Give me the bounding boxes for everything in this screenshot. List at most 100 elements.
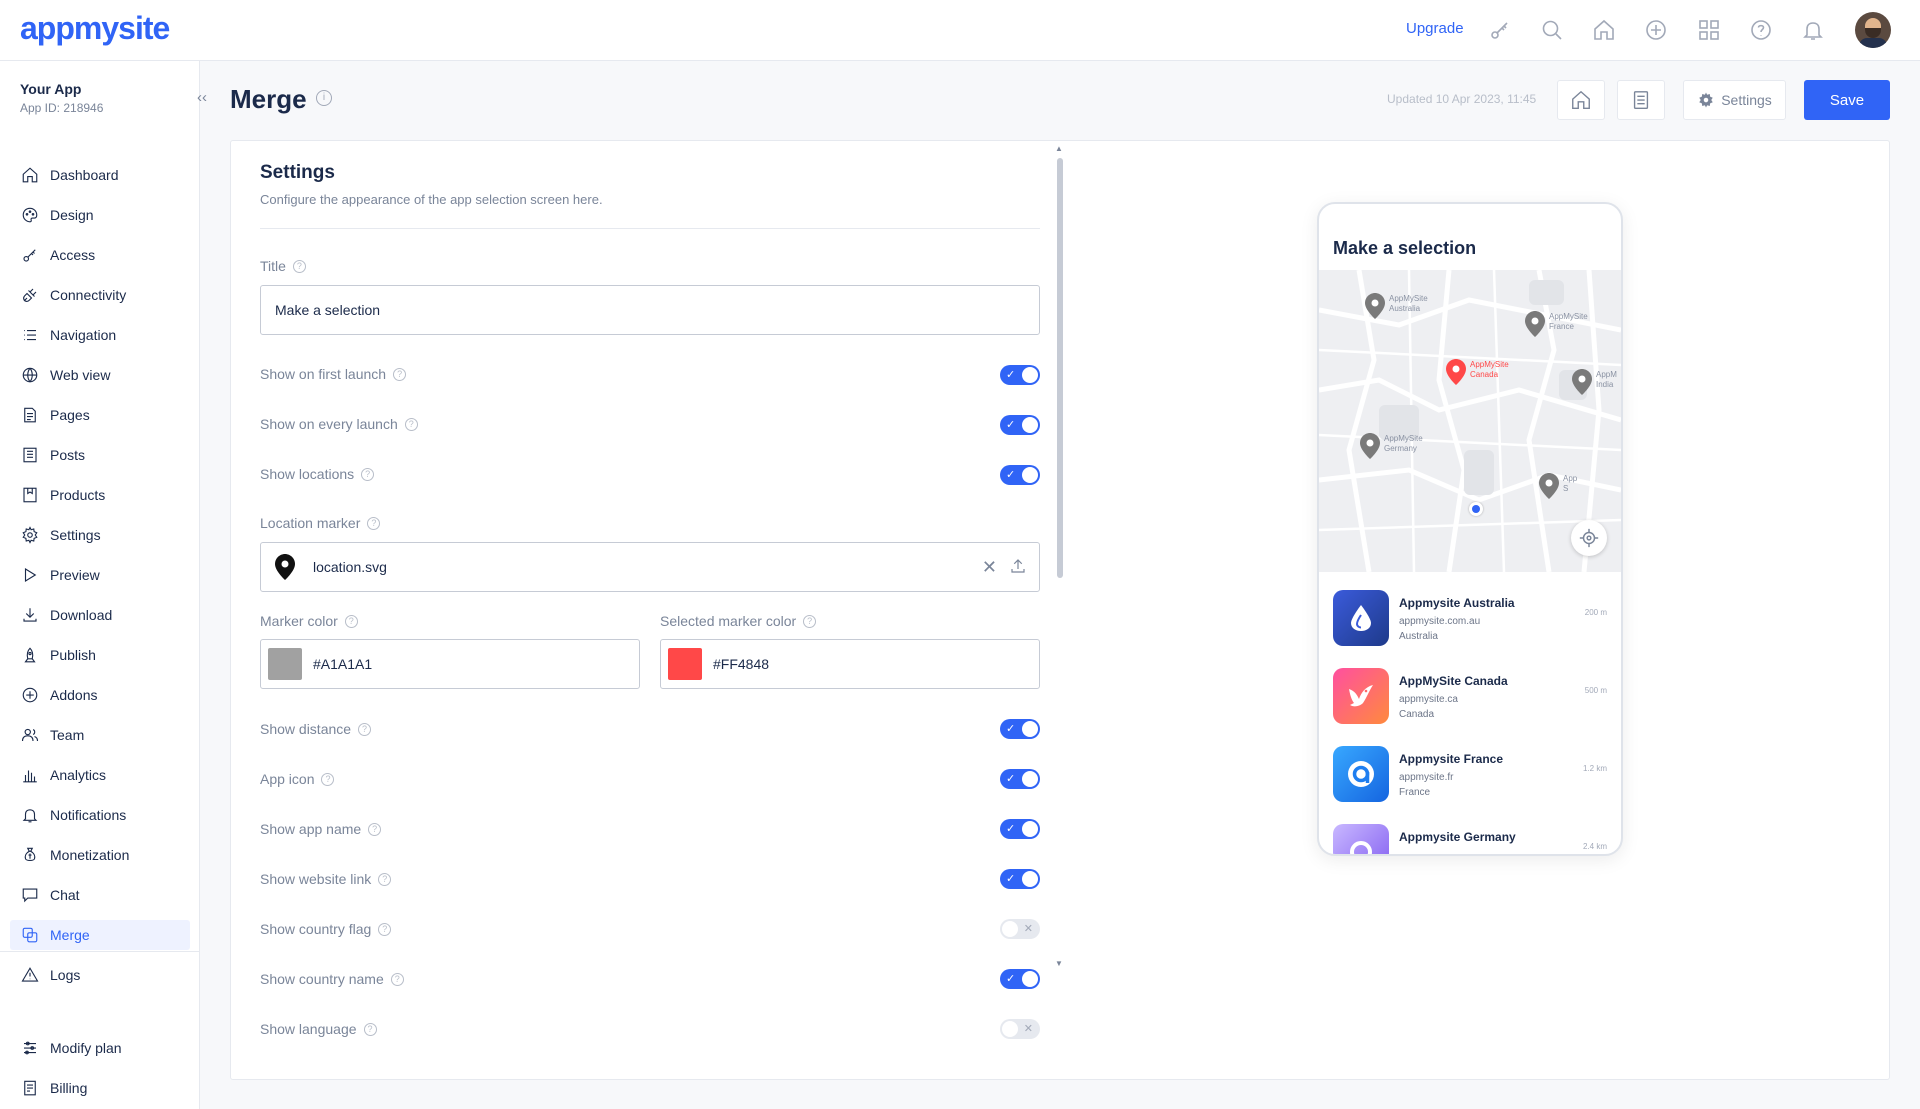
show-language-toggle[interactable]: ✕ xyxy=(1000,1019,1040,1039)
help-icon: ? xyxy=(358,722,372,736)
sidebar-item-connectivity[interactable]: Connectivity xyxy=(10,280,190,310)
show-locations-toggle[interactable]: ✓ xyxy=(1000,465,1040,485)
title-input[interactable]: Make a selection xyxy=(260,285,1040,335)
access-icon[interactable] xyxy=(1487,17,1513,43)
show-every-launch-toggle[interactable]: ✓ xyxy=(1000,415,1040,435)
crosshair-icon xyxy=(1579,528,1599,548)
sidebar-item-analytics[interactable]: Analytics xyxy=(10,760,190,790)
collapse-sidebar-icon[interactable]: ‹‹ xyxy=(194,89,210,106)
sidebar-item-chat[interactable]: Chat xyxy=(10,880,190,910)
scrollbar[interactable]: ▲ ▼ xyxy=(1054,144,1066,968)
map-pin-icon[interactable] xyxy=(1572,368,1592,396)
sidebar-item-team[interactable]: Team xyxy=(10,720,190,750)
marker-color-input[interactable]: #A1A1A1 xyxy=(260,639,640,689)
sidebar-item-products[interactable]: Products xyxy=(10,480,190,510)
map-pin-label: AppMySite Australia xyxy=(1389,294,1428,313)
show-locations-label: Show locations? xyxy=(260,466,375,482)
sidebar-item-merge[interactable]: Merge xyxy=(10,920,190,950)
title-label: Title? xyxy=(260,258,306,274)
sidebar-item-web-view[interactable]: Web view xyxy=(10,360,190,390)
sidebar-item-notifications[interactable]: Notifications xyxy=(10,800,190,830)
sliders-icon xyxy=(10,1039,50,1057)
marker-color-swatch[interactable] xyxy=(268,648,302,680)
show-app-name-toggle[interactable]: ✓ xyxy=(1000,819,1040,839)
help-icon: ? xyxy=(344,614,358,628)
settings-button[interactable]: Settings xyxy=(1683,80,1786,120)
sidebar-item-publish[interactable]: Publish xyxy=(10,640,190,670)
billing-icon xyxy=(10,1079,50,1097)
section-title: Settings xyxy=(260,162,335,183)
sidebar-item-addons[interactable]: Addons xyxy=(10,680,190,710)
locate-me-button[interactable] xyxy=(1571,520,1607,556)
app-list-item[interactable]: Appmysite Germany 2.4 km xyxy=(1333,824,1613,854)
swirl-app-icon xyxy=(1333,824,1389,854)
sidebar-item-preview[interactable]: Preview xyxy=(10,560,190,590)
map-pin-icon[interactable] xyxy=(1446,358,1466,386)
app-list-item[interactable]: Appmysite Australia appmysite.com.au Aus… xyxy=(1333,590,1613,654)
sidebar-item-modify-plan[interactable]: Modify plan xyxy=(10,1033,190,1063)
logo[interactable]: appmysite xyxy=(20,10,170,47)
clear-icon[interactable]: ✕ xyxy=(982,557,997,578)
upgrade-link[interactable]: Upgrade xyxy=(1406,20,1464,37)
sidebar-item-billing[interactable]: Billing xyxy=(10,1073,190,1103)
page-icon xyxy=(10,406,50,424)
help-icon: ? xyxy=(378,922,392,936)
help-icon: ? xyxy=(367,516,381,530)
sidebar-item-posts[interactable]: Posts xyxy=(10,440,190,470)
sidebar-item-settings[interactable]: Settings xyxy=(10,520,190,550)
sidebar-item-dashboard[interactable]: Dashboard xyxy=(10,160,190,190)
help-icon: ? xyxy=(393,367,407,381)
scroll-down-icon[interactable]: ▼ xyxy=(1055,959,1063,968)
user-location-dot xyxy=(1469,502,1483,516)
app-list-item[interactable]: Appmysite France appmysite.fr France 1.2… xyxy=(1333,746,1613,810)
sidebar-item-navigation[interactable]: Navigation xyxy=(10,320,190,350)
sidebar-item-design[interactable]: Design xyxy=(10,200,190,230)
sidebar-item-pages[interactable]: Pages xyxy=(10,400,190,430)
show-country-name-toggle[interactable]: ✓ xyxy=(1000,969,1040,989)
gear-icon xyxy=(1699,92,1713,108)
search-icon[interactable] xyxy=(1539,17,1565,43)
sidebar-item-monetization[interactable]: Monetization xyxy=(10,840,190,870)
selected-marker-color-swatch[interactable] xyxy=(668,648,702,680)
document-list-icon xyxy=(1633,91,1649,109)
show-country-flag-toggle[interactable]: ✕ xyxy=(1000,919,1040,939)
sidebar-item-access[interactable]: Access xyxy=(10,240,190,270)
avatar[interactable] xyxy=(1855,12,1891,48)
map-pin-icon[interactable] xyxy=(1365,292,1385,320)
map-pin-label: AppM India xyxy=(1596,370,1617,389)
drop-app-icon xyxy=(1333,590,1389,646)
page-title: Merge xyxy=(230,84,307,114)
location-marker-upload[interactable]: location.svg ✕ xyxy=(260,542,1040,592)
list-view-button[interactable] xyxy=(1617,80,1665,120)
list-icon xyxy=(10,326,50,344)
show-website-link-toggle[interactable]: ✓ xyxy=(1000,869,1040,889)
map-pin-icon[interactable] xyxy=(1360,432,1380,460)
save-button[interactable]: Save xyxy=(1804,80,1890,120)
help-icon[interactable] xyxy=(1748,17,1774,43)
show-distance-toggle[interactable]: ✓ xyxy=(1000,719,1040,739)
app-list-item[interactable]: AppMySite Canada appmysite.ca Canada 500… xyxy=(1333,668,1613,732)
sidebar-item-download[interactable]: Download xyxy=(10,600,190,630)
map-pin-icon[interactable] xyxy=(1525,310,1545,338)
add-icon[interactable] xyxy=(1643,17,1669,43)
show-first-launch-toggle[interactable]: ✓ xyxy=(1000,365,1040,385)
map-pin-icon[interactable] xyxy=(1539,472,1559,500)
home-icon[interactable] xyxy=(1591,17,1617,43)
sidebar-item-logs[interactable]: Logs xyxy=(10,960,190,990)
app-name: Your App xyxy=(20,81,82,97)
selected-marker-color-input[interactable]: #FF4848 xyxy=(660,639,1040,689)
letter-a-app-icon xyxy=(1333,746,1389,802)
scroll-up-icon[interactable]: ▲ xyxy=(1055,144,1063,153)
scrollbar-thumb[interactable] xyxy=(1057,158,1063,578)
map[interactable]: AppMySite Australia AppMySite France AppMySi… xyxy=(1319,270,1621,572)
show-country-name-label: Show country name? xyxy=(260,971,404,987)
globe-icon xyxy=(10,366,50,384)
app-icon-toggle[interactable]: ✓ xyxy=(1000,769,1040,789)
publish-icon xyxy=(10,646,50,664)
info-icon[interactable]: i xyxy=(316,90,332,106)
home-view-button[interactable] xyxy=(1557,80,1605,120)
notification-bell-icon[interactable] xyxy=(1800,17,1826,43)
apps-grid-icon[interactable] xyxy=(1696,17,1722,43)
help-icon: ? xyxy=(803,614,817,628)
upload-icon[interactable] xyxy=(1009,557,1027,578)
